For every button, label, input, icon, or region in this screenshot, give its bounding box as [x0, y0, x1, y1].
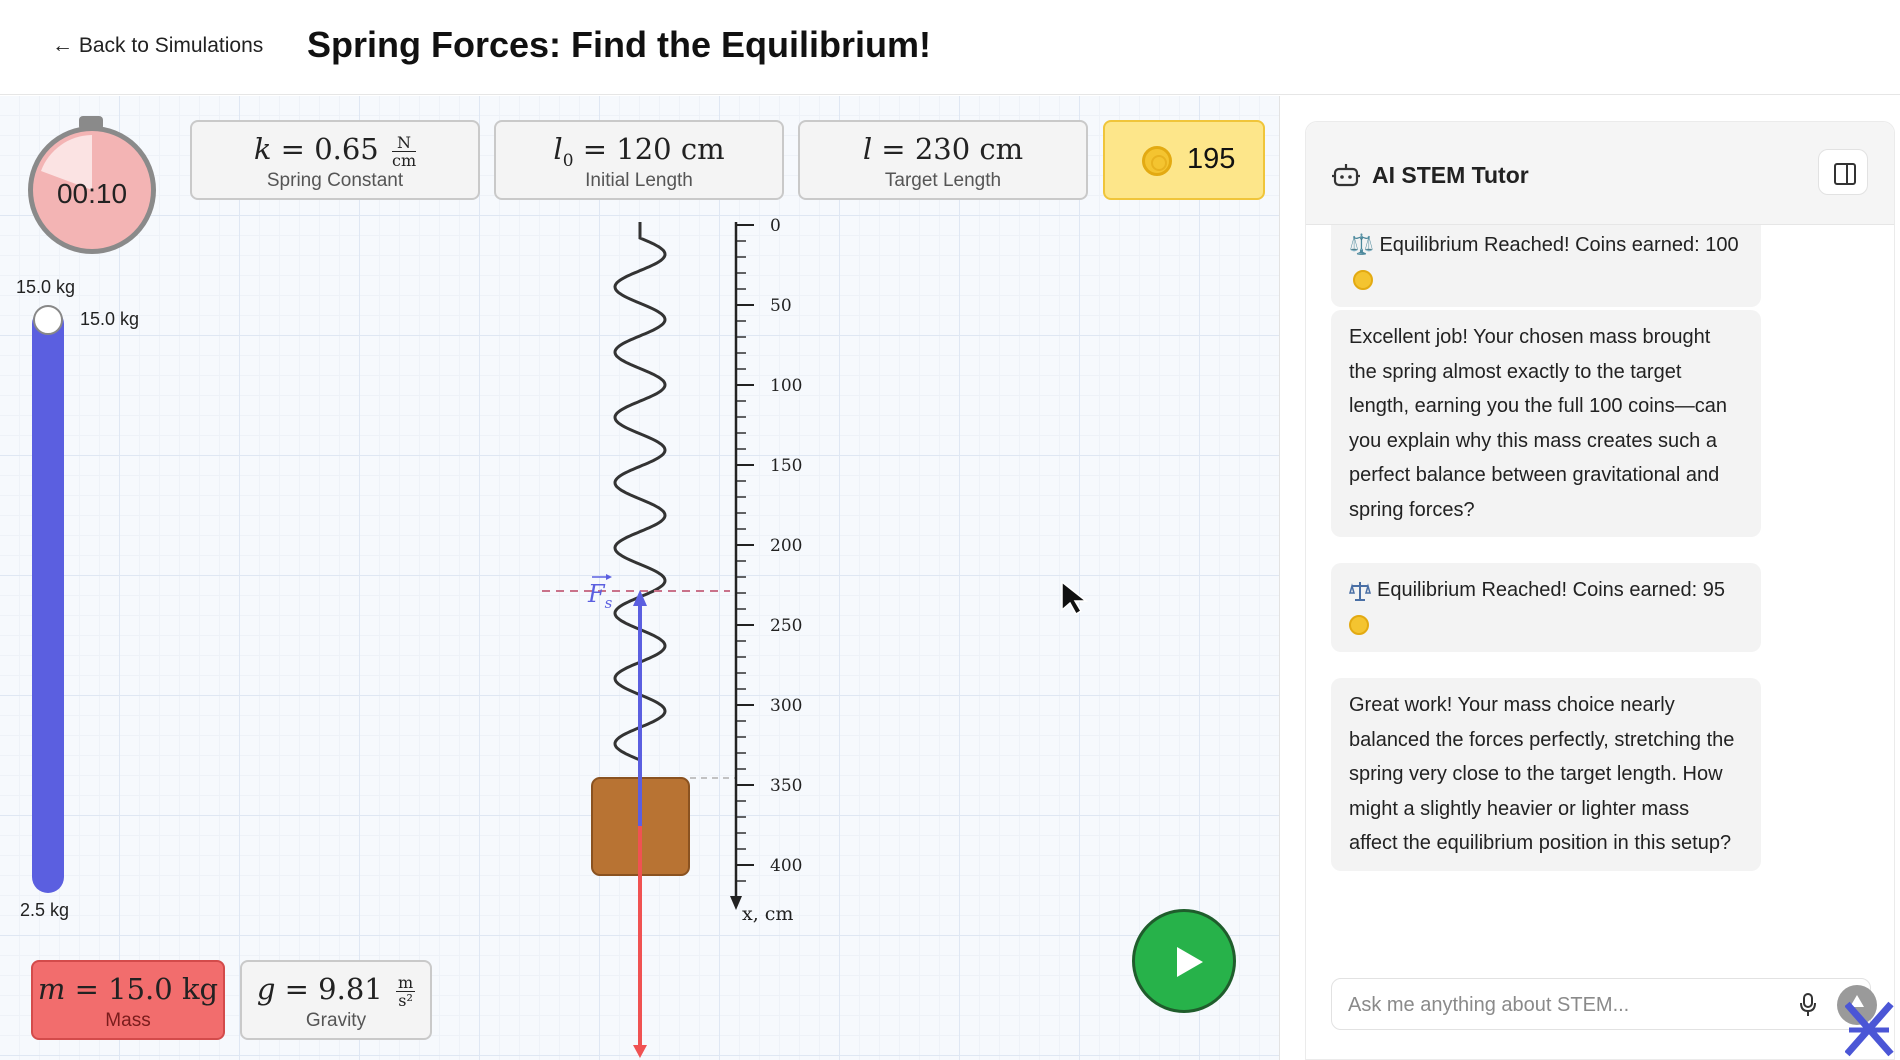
ruler-tick-label: 0 [770, 216, 781, 236]
gravity-formula: g = 9.81 m s² [256, 972, 416, 1010]
mass-formula: m = 15.0 kg [37, 972, 219, 1006]
coin-icon [1353, 270, 1373, 291]
ruler-tick-label: 400 [770, 856, 802, 876]
coin-icon [1349, 615, 1369, 636]
ruler-tick-label: 250 [770, 616, 802, 636]
tutor-input-box [1331, 978, 1877, 1030]
ruler-tick-label: 300 [770, 696, 802, 716]
ruler-axis-label: x, cm [742, 903, 793, 925]
spring-force-label: Fs [587, 580, 613, 612]
robot-icon [1332, 164, 1360, 187]
ruler-tick-label: 50 [770, 296, 792, 316]
chat-message-text: Great work! Your mass choice nearly bala… [1349, 694, 1735, 854]
chat-message-text: ⚖️ Equilibrium Reached! Coins earned: 10… [1349, 234, 1739, 256]
balance-scale-icon [1349, 581, 1371, 601]
chat-message-text: Excellent job! Your chosen mass brought … [1349, 326, 1728, 521]
ruler-arrowhead [730, 896, 742, 910]
tutor-header: AI STEM Tutor [1306, 122, 1894, 225]
spring-scene: Fs 0 50 100 150 200 250 300 350 400 x, cm [542, 216, 802, 1058]
ruler-tick-label: 350 [770, 776, 802, 796]
tutor-title: AI STEM Tutor [1372, 162, 1529, 188]
mouse-cursor-icon [1061, 580, 1089, 616]
brand-logo-icon [1845, 1001, 1894, 1057]
mass-card: m = 15.0 kg Mass [31, 960, 225, 1040]
ruler-tick-label: 200 [770, 536, 802, 556]
chat-message: Great work! Your mass choice nearly bala… [1331, 678, 1761, 871]
mass-label: Mass [105, 1010, 151, 1031]
vector-bar-tip [606, 574, 612, 580]
panel-toggle-icon[interactable] [1818, 149, 1868, 195]
tutor-input[interactable] [1348, 991, 1768, 1019]
ai-tutor-panel: AI STEM Tutor ⚖️ Equilibrium Reached! Co… [1305, 121, 1895, 1060]
chat-message: Equilibrium Reached! Coins earned: 95 [1331, 563, 1761, 652]
microphone-icon[interactable] [1799, 993, 1817, 1017]
ruler-tick-label: 100 [770, 376, 802, 396]
play-button[interactable] [1132, 909, 1236, 1013]
chat-message: Excellent job! Your chosen mass brought … [1331, 310, 1761, 537]
chat-message-text: Equilibrium Reached! Coins earned: 95 [1377, 579, 1725, 601]
ruler-tick-label: 150 [770, 456, 802, 476]
gravity-force-arrowhead [633, 1045, 647, 1058]
gravity-label: Gravity [305, 1010, 367, 1031]
gravity-card: g = 9.81 m s² Gravity [240, 960, 432, 1040]
